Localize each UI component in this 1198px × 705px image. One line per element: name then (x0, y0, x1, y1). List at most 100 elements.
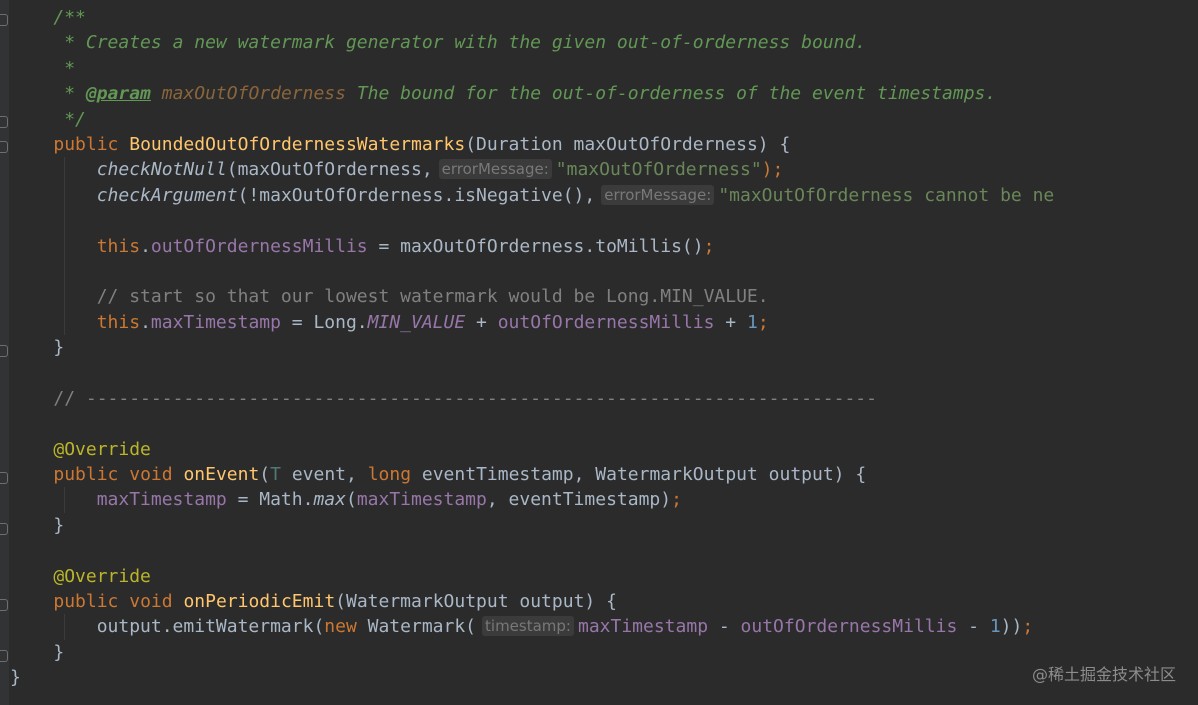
field-ref: maxTimestamp (96, 489, 227, 511)
code-line: * Creates a new watermark generator with… (10, 30, 1198, 55)
code-text: + (714, 311, 747, 333)
fold-marker-icon[interactable] (0, 141, 8, 153)
code-line: @Override (10, 564, 1198, 589)
fold-marker-icon[interactable] (0, 116, 8, 128)
code-line: maxTimestamp = Math.max(maxTimestamp, ev… (10, 487, 1198, 513)
code-line: * (10, 56, 1198, 81)
field-ref: outOfOrdernessMillis (150, 235, 368, 257)
closing-brace: } (53, 514, 65, 536)
code-line: checkArgument(!maxOutOfOrderness.isNegat… (10, 182, 1198, 209)
static-field: MIN_VALUE (367, 311, 466, 333)
code-text: = Math. (226, 489, 314, 511)
constructor-name: BoundedOutOfOrdernessWatermarks (129, 133, 466, 155)
field-ref: maxTimestamp (577, 616, 709, 638)
method-name: onEvent (183, 464, 260, 486)
code-text: output.emitWatermark( (96, 616, 325, 638)
code-text: (WatermarkOutput output) { (335, 590, 617, 612)
code-line: */ (10, 107, 1198, 132)
fold-marker-icon[interactable] (0, 650, 8, 662)
keyword: new (324, 616, 357, 638)
line-comment: // start so that our lowest watermark wo… (96, 286, 769, 308)
parameter-hint: timestamp: (482, 616, 574, 637)
field-ref: outOfOrdernessMillis (740, 616, 958, 638)
code-line (10, 258, 1198, 285)
fold-marker-icon[interactable] (0, 345, 8, 357)
code-text: = Long. (280, 311, 368, 333)
fold-marker-icon[interactable] (0, 472, 8, 484)
closing-brace: } (53, 641, 65, 663)
code-text: = maxOutOfOrderness.toMillis() (367, 235, 704, 257)
javadoc-text: * (53, 83, 86, 105)
code-text: + (465, 311, 498, 333)
keyword: this (96, 235, 141, 257)
annotation: @Override (53, 565, 151, 587)
code-text: ; (1022, 616, 1034, 638)
javadoc-text: The bound for the out-of-orderness of th… (345, 83, 997, 105)
type-parameter: T (270, 464, 281, 486)
keyword: this (96, 311, 141, 333)
number-literal: 1 (989, 616, 1001, 638)
code-editor[interactable]: /** * Creates a new watermark generator … (10, 5, 1198, 691)
separator-comment: // -------------------------------------… (53, 387, 877, 409)
javadoc-text: * Creates a new watermark generator with… (53, 32, 867, 54)
keyword: void (129, 590, 173, 612)
code-text: ); (761, 159, 784, 181)
closing-brace: } (53, 337, 65, 359)
field-ref: outOfOrdernessMillis (497, 311, 715, 333)
code-text: Watermark( (356, 616, 477, 638)
javadoc-start: /** (53, 7, 86, 28)
method-call: checkArgument (96, 184, 238, 206)
parameter-hint: errorMessage: (601, 184, 715, 205)
code-line: output.emitWatermark(new Watermark(times… (10, 614, 1198, 640)
code-line: // -------------------------------------… (10, 386, 1198, 411)
keyword: public (53, 590, 119, 612)
code-line: * @param maxOutOfOrderness The bound for… (10, 81, 1198, 106)
field-ref: maxTimestamp (356, 489, 487, 511)
code-line: public void onEvent(T event, long eventT… (10, 462, 1198, 487)
code-line: } (10, 640, 1198, 665)
code-line: } (10, 665, 1198, 690)
javadoc-end: */ (53, 108, 86, 130)
keyword: public (53, 133, 119, 155)
code-text: ; (671, 489, 682, 511)
javadoc-tag: @param (85, 83, 151, 105)
code-line: checkNotNull(maxOutOfOrderness, errorMess… (10, 157, 1198, 183)
code-text: (!maxOutOfOrderness.isNegative(), (237, 184, 596, 206)
code-line (10, 208, 1198, 234)
annotation: @Override (53, 438, 151, 460)
fold-marker-icon[interactable] (0, 14, 8, 26)
code-text: ; (757, 311, 769, 333)
code-line: /** (10, 5, 1198, 30)
code-text: event, (280, 464, 368, 486)
code-text: - (708, 616, 741, 638)
fold-marker-icon[interactable] (0, 599, 8, 611)
fold-marker-icon[interactable] (0, 523, 8, 535)
code-text: - (957, 616, 990, 638)
method-name: onPeriodicEmit (183, 590, 336, 612)
code-line: } (10, 513, 1198, 538)
field-ref: maxTimestamp (150, 311, 281, 333)
string-literal: "maxOutOfOrderness cannot be ne (718, 184, 1055, 206)
keyword: long (367, 464, 412, 486)
parameter-hint: errorMessage: (438, 159, 552, 180)
javadoc-param-name: maxOutOfOrderness (161, 83, 346, 105)
code-text: eventTimestamp, WatermarkOutput output) … (411, 464, 867, 486)
method-call: checkNotNull (96, 159, 227, 181)
code-line: // start so that our lowest watermark wo… (10, 284, 1198, 310)
code-line: @Override (10, 437, 1198, 462)
code-text: ; (703, 235, 715, 257)
code-line: public void onPeriodicEmit(WatermarkOutp… (10, 589, 1198, 614)
code-line: public BoundedOutOfOrdernessWatermarks(D… (10, 132, 1198, 157)
code-text: , eventTimestamp) (486, 489, 672, 511)
code-text: ( (345, 489, 357, 511)
code-text: (maxOutOfOrderness, (226, 159, 433, 181)
code-line: this.outOfOrdernessMillis = maxOutOfOrde… (10, 233, 1198, 259)
static-method-call: max (313, 489, 346, 511)
number-literal: 1 (746, 311, 758, 333)
javadoc-text: * (53, 57, 76, 79)
closing-brace: } (10, 667, 21, 689)
keyword: public (53, 464, 119, 486)
